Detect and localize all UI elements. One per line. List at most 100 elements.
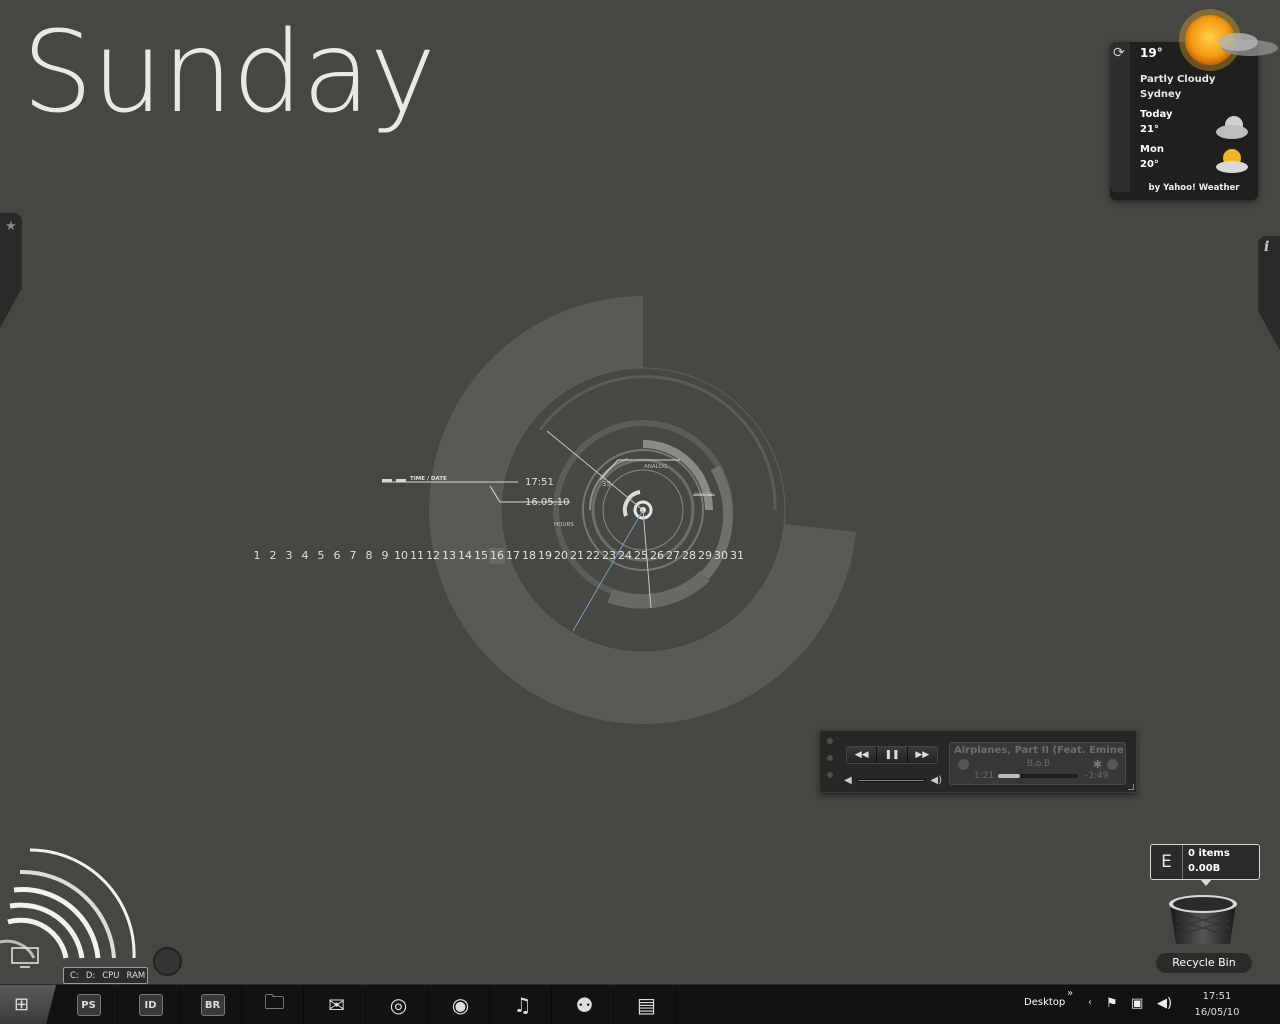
recycle-bin-label[interactable]: Recycle Bin: [1156, 953, 1252, 973]
info-icon: i: [1264, 239, 1270, 255]
volume-low-icon: ◀: [844, 774, 852, 786]
player-display: Airplanes, Part II (Feat. Eminem B.o.B ✱…: [949, 742, 1126, 785]
progress-bar[interactable]: [998, 774, 1078, 778]
taskbar-app-indesign[interactable]: ID: [122, 986, 180, 1024]
ram-label: RAM: [126, 970, 146, 981]
drive-d-label: D:: [85, 970, 96, 981]
system-gauge-labels: C: D: CPU RAM: [63, 967, 148, 984]
taskbar-app-firefox[interactable]: ◉: [432, 986, 490, 1024]
taskbar-app-photoshop[interactable]: PS: [60, 986, 118, 1024]
clock-date[interactable]: 16/05/10: [1190, 1007, 1244, 1018]
calendar-day: 14: [458, 549, 472, 562]
taskbar-app-mail[interactable]: ✉: [308, 986, 366, 1024]
calendar-day: 18: [522, 549, 536, 562]
desktop-toolbar-label[interactable]: Desktop: [1024, 997, 1065, 1008]
calendar-day: 30: [714, 549, 728, 562]
hours-label: HOURS: [554, 522, 574, 528]
repeat-icon[interactable]: [1107, 759, 1118, 770]
calendar-day: 1: [253, 549, 261, 562]
cpu-label: CPU: [102, 970, 120, 981]
drive-info-widget[interactable]: E 0 items 0.00B: [1150, 844, 1260, 886]
taskbar-app-bridge[interactable]: BR: [184, 986, 242, 1024]
remaining-time: -3:49: [1085, 771, 1109, 781]
playback-controls: ◀◀ ❚❚ ▶▶: [846, 746, 938, 764]
bridge-icon: BR: [200, 994, 225, 1016]
digital-date: 16.05.10: [525, 497, 570, 508]
hud-clock-widget[interactable]: TIME / DATE 17:51 16.05.10 ANALOG 35 HOU…: [370, 290, 870, 730]
volume-icon[interactable]: ◀): [1157, 996, 1172, 1011]
previous-button[interactable]: ◀◀: [847, 747, 878, 763]
network-icon[interactable]: ▣: [1131, 996, 1143, 1011]
callout-pointer: [1200, 879, 1212, 886]
day-heading: Sunday: [22, 8, 436, 138]
calendar-day: 11: [410, 549, 424, 562]
calendar-day: 23: [602, 549, 616, 562]
calendar-day: 5: [317, 549, 325, 562]
calendar-day: 6: [333, 549, 341, 562]
shuffle-icon[interactable]: ✱: [1093, 758, 1102, 771]
info-side-tab[interactable]: i: [1258, 236, 1280, 351]
calendar-day: 27: [666, 549, 680, 562]
next-button[interactable]: ▶▶: [907, 747, 937, 763]
time-date-label: TIME / DATE: [410, 476, 447, 482]
chrome-icon: ◎: [389, 993, 408, 1017]
pause-button[interactable]: ❚❚: [877, 747, 908, 763]
recycle-bin-icon[interactable]: [1166, 888, 1242, 950]
messenger-icon: ⚉: [575, 993, 594, 1017]
taskbar-app-chrome[interactable]: ◎: [370, 986, 428, 1024]
media-player-widget[interactable]: ◀◀ ❚❚ ▶▶ ◀ ◀) Airplanes, Part II (Feat. …: [819, 730, 1137, 793]
progress-fill: [998, 774, 1020, 778]
calendar-day: 29: [698, 549, 712, 562]
favorites-side-tab[interactable]: ★: [0, 213, 22, 328]
taskbar-app-folder[interactable]: 🗀: [246, 986, 304, 1024]
mail-icon: ✉: [328, 993, 345, 1017]
taskbar-app-messenger[interactable]: ⚉: [556, 986, 614, 1024]
folder-icon: 🗀: [264, 990, 285, 1014]
recycle-item-count: 0 items: [1188, 848, 1230, 859]
player-menu-dot[interactable]: [827, 772, 833, 778]
calendar-day: 13: [442, 549, 456, 562]
analog-label: ANALOG: [644, 464, 667, 470]
cloudy-night-icon: [1216, 116, 1248, 139]
forecast-temp: 21°: [1140, 124, 1159, 135]
forecast-day: Mon: [1140, 144, 1164, 155]
weather-city: Sydney: [1140, 89, 1182, 100]
drive-letter: E: [1151, 845, 1183, 879]
start-button[interactable]: ⊞: [0, 985, 56, 1024]
track-title: Airplanes, Part II (Feat. Eminem: [954, 745, 1124, 756]
calendar-day: 22: [586, 549, 600, 562]
volume-control: ◀ ◀): [844, 774, 942, 786]
player-menu-dot[interactable]: [827, 738, 833, 744]
player-menu-dot[interactable]: [827, 755, 833, 761]
resize-grip[interactable]: [1128, 784, 1134, 790]
taskbar-app-notes[interactable]: ▤: [618, 986, 676, 1024]
calendar-day: 19: [538, 549, 552, 562]
forecast-day: Today: [1140, 109, 1173, 120]
calendar-day: 10: [394, 549, 408, 562]
action-center-flag-icon[interactable]: ⚑: [1106, 996, 1118, 1011]
notes-icon: ▤: [637, 993, 656, 1017]
indesign-icon: ID: [138, 994, 163, 1016]
calendar-day: 21: [570, 549, 584, 562]
refresh-icon[interactable]: ⟳: [1113, 45, 1125, 61]
volume-high-icon: ◀): [930, 774, 942, 786]
elapsed-time: 1:21: [974, 771, 995, 781]
taskbar-app-music[interactable]: ♫: [494, 986, 552, 1024]
weather-credit: by Yahoo! Weather: [1148, 183, 1240, 193]
clock-time[interactable]: 17:51: [1190, 991, 1244, 1002]
system-gauge-widget[interactable]: [0, 846, 150, 976]
month-calendar-strip: 1 2 3 4 5 6 7 8 9 10 11 12 13 14 15 16 17 18 19 20 21 22 23 24 2…: [249, 548, 745, 564]
drive-c-label: C:: [70, 970, 79, 981]
show-hidden-icons-arrow[interactable]: ‹: [1088, 997, 1092, 1008]
gauge-knob[interactable]: [153, 947, 182, 976]
calendar-day: 26: [650, 549, 664, 562]
recycle-size: 0.00B: [1188, 863, 1221, 874]
calendar-day-today: 16: [489, 548, 505, 564]
calendar-day: 24: [618, 549, 632, 562]
windows-logo-icon: ⊞: [14, 994, 30, 1015]
toolbar-chevron-icon[interactable]: »: [1067, 988, 1073, 999]
taskbar: ⊞ PS ID BR 🗀 ✉ ◎ ◉ ♫ ⚉ ▤ Desktop » ‹ ⚑ ▣ ◀) 17:51…: [0, 984, 1280, 1024]
calendar-day: 9: [381, 549, 389, 562]
firefox-icon: ◉: [451, 993, 470, 1017]
volume-slider[interactable]: [856, 778, 926, 782]
